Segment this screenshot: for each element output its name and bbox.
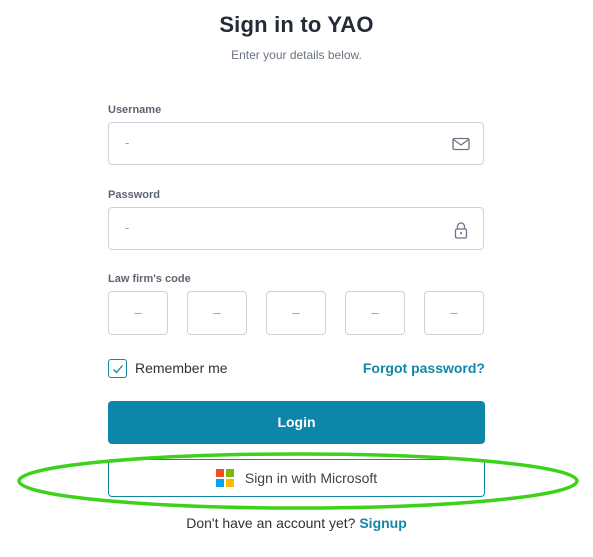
username-field[interactable]: - xyxy=(108,122,484,165)
page-subtitle: Enter your details below. xyxy=(231,48,362,62)
remember-me-checkbox[interactable] xyxy=(108,359,127,378)
username-label: Username xyxy=(108,104,162,116)
password-placeholder: - xyxy=(125,220,130,235)
password-label: Password xyxy=(108,189,160,201)
forgot-password-link[interactable]: Forgot password? xyxy=(363,360,485,376)
remember-me-label: Remember me xyxy=(135,360,228,376)
login-button[interactable]: Login xyxy=(108,401,485,444)
password-field[interactable]: - xyxy=(108,207,484,250)
lock-icon xyxy=(451,220,471,239)
page-title: Sign in to YAO xyxy=(219,12,374,37)
username-placeholder: - xyxy=(125,135,130,150)
signup-prompt: Don't have an account yet? xyxy=(186,515,356,531)
highlight-ellipse xyxy=(17,452,579,510)
firm-code-box-2[interactable]: – xyxy=(187,291,247,335)
firm-code-box-5[interactable]: – xyxy=(424,291,484,335)
signup-row: Don't have an account yet? Signup xyxy=(0,515,593,531)
mail-icon xyxy=(451,135,471,153)
check-icon xyxy=(112,364,123,373)
firm-code-box-1[interactable]: – xyxy=(108,291,168,335)
firm-code-box-4[interactable]: – xyxy=(345,291,405,335)
signup-link[interactable]: Signup xyxy=(359,515,406,531)
firm-code-box-3[interactable]: – xyxy=(266,291,326,335)
firm-code-label: Law firm's code xyxy=(108,273,191,285)
